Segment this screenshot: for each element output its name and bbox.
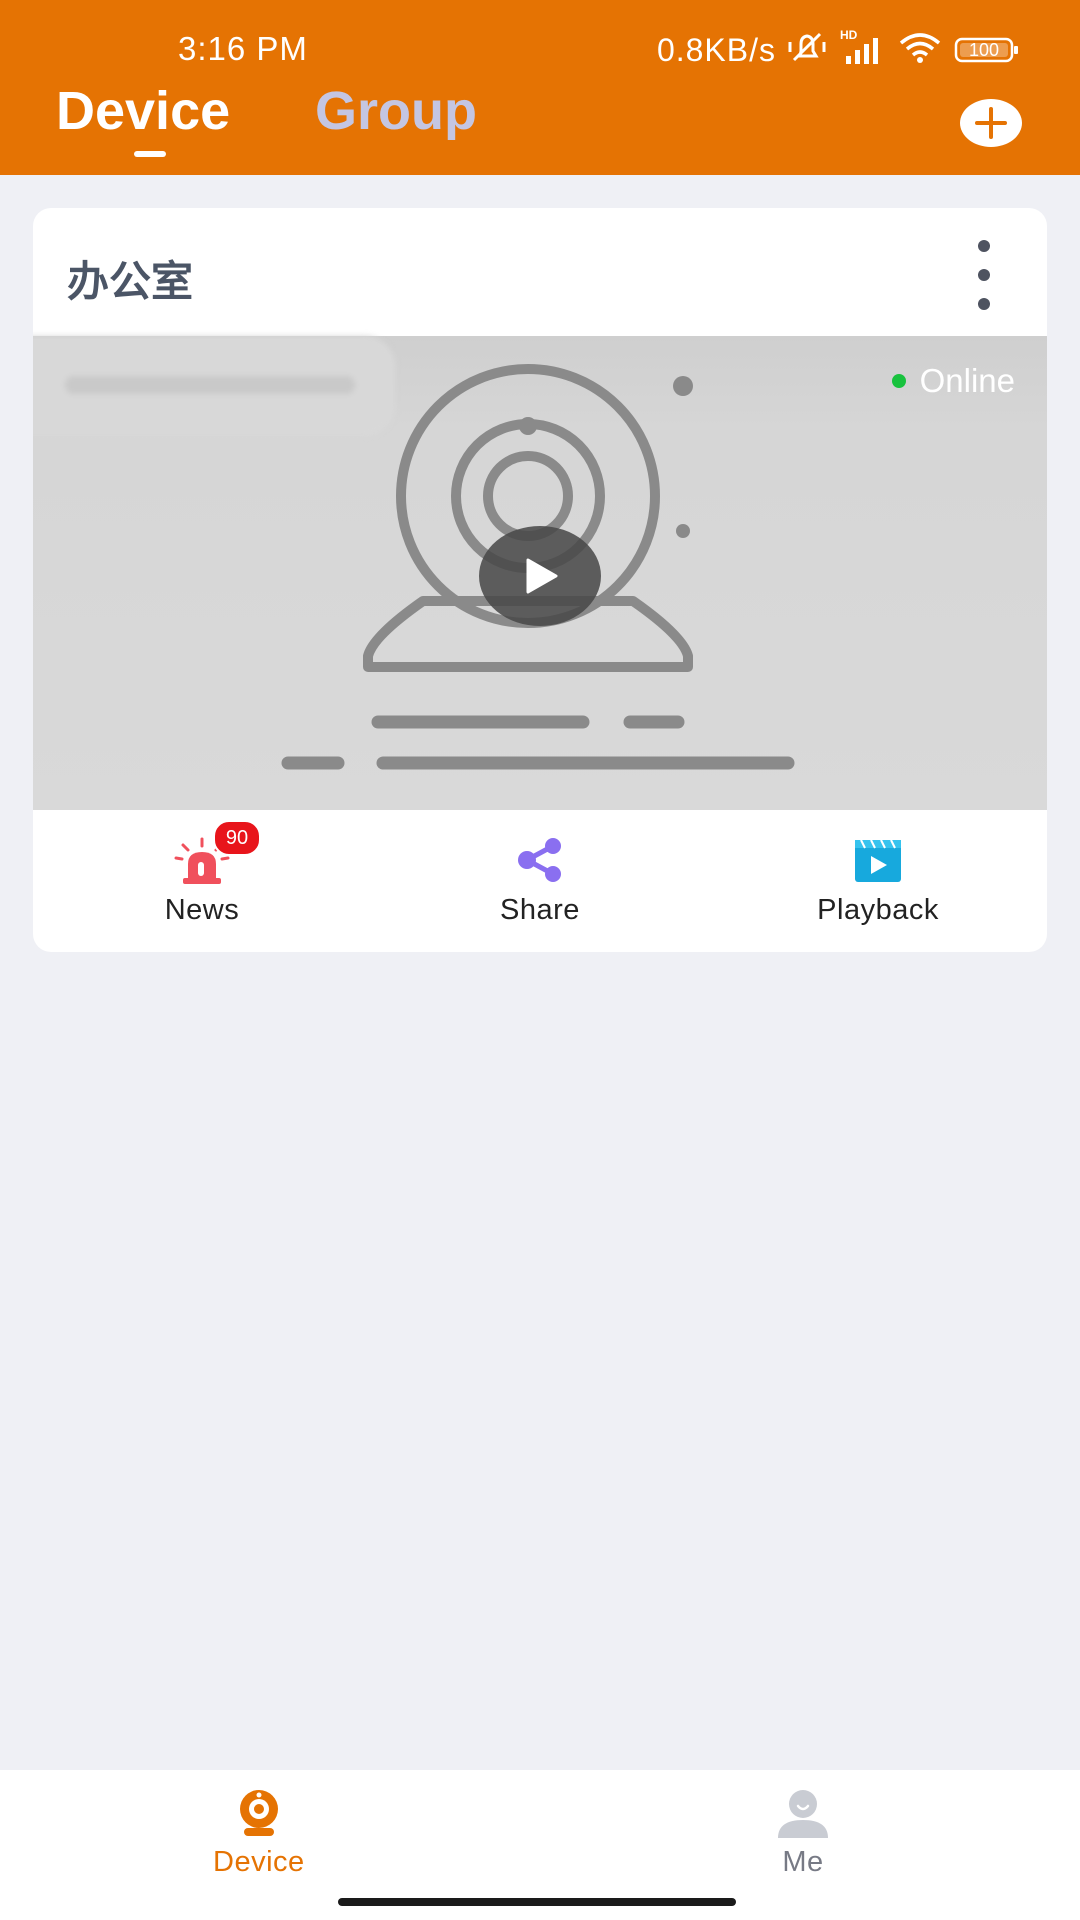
battery-icon: 100 [954, 36, 1020, 64]
device-card: 办公室 Online 90 News Share Playback [33, 208, 1047, 952]
user-icon [778, 1790, 828, 1838]
mute-vibrate-icon [788, 30, 828, 71]
menu-dot [978, 298, 990, 310]
battery-level: 100 [968, 40, 1000, 60]
wifi-icon [898, 31, 942, 70]
network-speed: 0.8KB/s [656, 31, 776, 68]
camera-preview[interactable]: Online [33, 336, 1047, 810]
cell-signal-icon: HD [840, 28, 886, 68]
nav-device[interactable]: Device [213, 1788, 305, 1879]
nav-me[interactable]: Me [776, 1788, 830, 1879]
share-label: Share [500, 894, 580, 926]
nav-device-label: Device [213, 1846, 305, 1878]
status-text: Online [919, 362, 1015, 399]
playback-label: Playback [817, 894, 939, 926]
device-name: 办公室 [67, 258, 194, 305]
online-dot-icon [891, 374, 906, 388]
camera-icon [239, 1790, 278, 1836]
plus-icon [975, 107, 1007, 139]
play-button[interactable] [479, 526, 601, 626]
more-options-button[interactable] [969, 240, 999, 310]
play-icon [526, 558, 558, 594]
playback-button[interactable]: Playback [709, 810, 1047, 952]
share-button[interactable]: Share [371, 810, 709, 952]
home-indicator [338, 1898, 736, 1906]
device-actions: 90 News Share Playback [33, 810, 1047, 952]
status-badge: Online [891, 362, 1015, 400]
tab-group[interactable]: Group [315, 80, 477, 142]
news-count-badge: 90 [213, 820, 261, 856]
news-label: News [164, 894, 240, 926]
tab-device[interactable]: Device [56, 80, 230, 142]
status-icons: 0.8KB/s HD 100 [656, 28, 1020, 71]
news-button[interactable]: 90 News [33, 810, 371, 952]
nav-me-label: Me [782, 1846, 824, 1878]
video-playback-icon [855, 839, 901, 882]
blurred-device-id [33, 336, 395, 436]
app-header: 3:16 PM 0.8KB/s HD 100 Device Group [0, 0, 1080, 175]
status-time: 3:16 PM [178, 30, 308, 67]
menu-dot [978, 240, 990, 252]
add-device-button[interactable] [960, 99, 1022, 147]
active-tab-indicator [134, 151, 166, 157]
share-icon [518, 838, 561, 882]
redacted-text [65, 376, 355, 394]
menu-dot [978, 269, 990, 281]
